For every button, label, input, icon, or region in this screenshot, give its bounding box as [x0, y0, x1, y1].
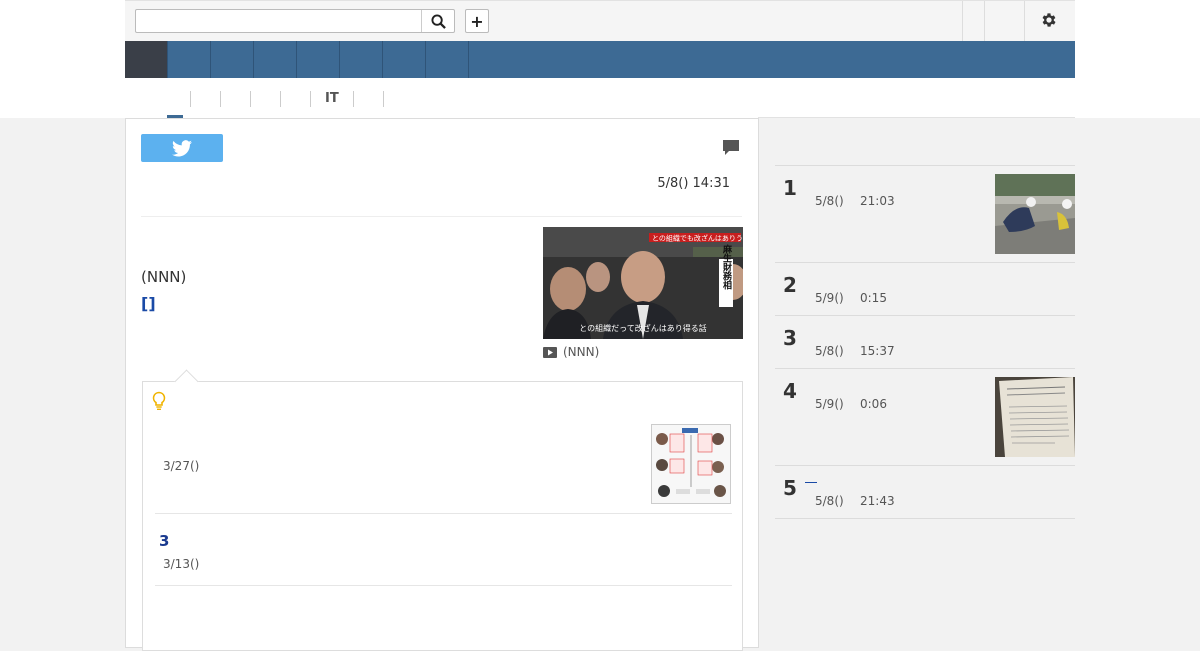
ranking-item[interactable]: 5 5/8() 21:43	[775, 465, 1075, 518]
toolbar-divider	[962, 1, 963, 41]
article-source: (NNN)	[141, 268, 187, 286]
ranking-date: 5/8()	[815, 194, 844, 208]
ranking-item[interactable]: 3 5/8() 15:37	[775, 315, 1075, 368]
video-banner-text: との組織でも改ざんはありうる	[652, 234, 743, 243]
nav-item[interactable]	[383, 41, 426, 78]
sub-nav-item[interactable]	[280, 91, 310, 107]
sub-nav-item[interactable]	[250, 91, 280, 107]
sub-nav-item[interactable]	[220, 91, 250, 107]
sub-nav: IT	[160, 90, 413, 108]
ranking-time: 21:43	[860, 494, 895, 508]
twitter-icon	[172, 139, 192, 156]
add-button[interactable]: +	[465, 9, 489, 33]
ranking-time: 21:03	[860, 194, 895, 208]
ranking-thumbnail[interactable]	[995, 174, 1075, 254]
ranking-item[interactable]: 2 5/9() 0:15	[775, 262, 1075, 315]
toolbar: +	[125, 0, 1075, 41]
ranking-time: 0:06	[860, 397, 887, 411]
related-item-date: 3/27()	[163, 459, 200, 473]
related-articles: 3/27() 3 3/13()	[142, 369, 743, 651]
divider	[775, 518, 1075, 519]
play-icon	[543, 346, 557, 358]
ranking-date: 5/9()	[815, 397, 844, 411]
nav-item[interactable]	[211, 41, 254, 78]
comment-icon	[723, 140, 739, 155]
ranking-time: 15:37	[860, 344, 895, 358]
callout-arrow	[174, 369, 199, 394]
divider	[141, 216, 742, 217]
divider	[758, 117, 1075, 118]
nav-item[interactable]	[426, 41, 469, 78]
ranking-number: 2	[783, 273, 797, 297]
ranking-thumbnail[interactable]	[995, 377, 1075, 457]
tweet-button[interactable]	[141, 134, 223, 162]
ranking-item[interactable]: 1 5/8() 21:03	[775, 165, 1075, 262]
ranking-thumbnail-image	[995, 174, 1075, 254]
article-date: 5/8() 14:31	[657, 176, 730, 191]
search-button[interactable]	[421, 10, 454, 32]
category-nav	[125, 41, 1075, 78]
ranking-title-mark	[805, 482, 817, 483]
video-thumbnail-image: との組織でも改ざんはありうる 麻生財務相 との組織だって改ざんはあり得る話	[543, 227, 743, 339]
video-source: (NNN)	[563, 345, 600, 359]
divider	[155, 513, 732, 514]
sub-nav-item[interactable]	[382, 91, 413, 107]
ranking-item[interactable]: 4 5/9() 0:06	[775, 368, 1075, 465]
toolbar-divider	[1024, 1, 1025, 41]
ranking-number: 3	[783, 326, 797, 350]
article: 5/8() 14:31 (NNN) [] との組織でも改ざんはありうる 麻生財務…	[125, 118, 759, 651]
sub-nav-item-it[interactable]: IT	[310, 91, 353, 107]
video-label-text: 麻生財務相	[721, 243, 733, 290]
lightbulb-icon	[152, 391, 166, 410]
video-caption-overlay: との組織だって改ざんはあり得る話	[579, 323, 707, 333]
article-link[interactable]: []	[141, 294, 156, 313]
search-icon	[430, 13, 446, 29]
divider	[155, 585, 732, 586]
sub-nav-item[interactable]	[352, 91, 383, 107]
sub-nav-item[interactable]	[190, 91, 220, 107]
related-item-thumbnail[interactable]	[651, 424, 731, 504]
ranking-number: 1	[783, 176, 797, 200]
related-item-date: 3/13()	[163, 557, 200, 571]
nav-item[interactable]	[340, 41, 383, 78]
video-thumbnail[interactable]: との組織でも改ざんはありうる 麻生財務相 との組織だって改ざんはあり得る話	[543, 227, 743, 339]
toolbar-divider	[984, 1, 985, 41]
comment-button[interactable]	[722, 139, 740, 160]
related-header	[152, 391, 166, 415]
nav-item[interactable]	[168, 41, 211, 78]
ranking-number: 4	[783, 379, 797, 403]
ranking-thumbnail-image	[995, 377, 1075, 457]
header: + IT	[0, 0, 1200, 118]
ranking-date: 5/8()	[815, 344, 844, 358]
settings-button[interactable]	[1040, 11, 1058, 33]
nav-item	[469, 41, 470, 78]
ranking-date: 5/9()	[815, 291, 844, 305]
ranking-number: 5	[783, 476, 797, 500]
nav-item[interactable]	[297, 41, 340, 78]
video-caption: (NNN)	[543, 345, 599, 359]
related-item-title[interactable]: 3	[159, 532, 169, 550]
ranking-time: 0:15	[860, 291, 887, 305]
nav-item[interactable]	[254, 41, 297, 78]
ranking-sidebar: 1 5/8() 21:03 2 5/9() 0:15 3 5/8() 15:37…	[775, 165, 1075, 519]
related-thumbnail-image	[652, 425, 730, 503]
ranking-date: 5/8()	[815, 494, 844, 508]
nav-item-home[interactable]	[125, 41, 168, 78]
sub-nav-item[interactable]	[160, 91, 190, 107]
gear-icon	[1042, 13, 1056, 27]
search-input[interactable]	[135, 9, 455, 33]
